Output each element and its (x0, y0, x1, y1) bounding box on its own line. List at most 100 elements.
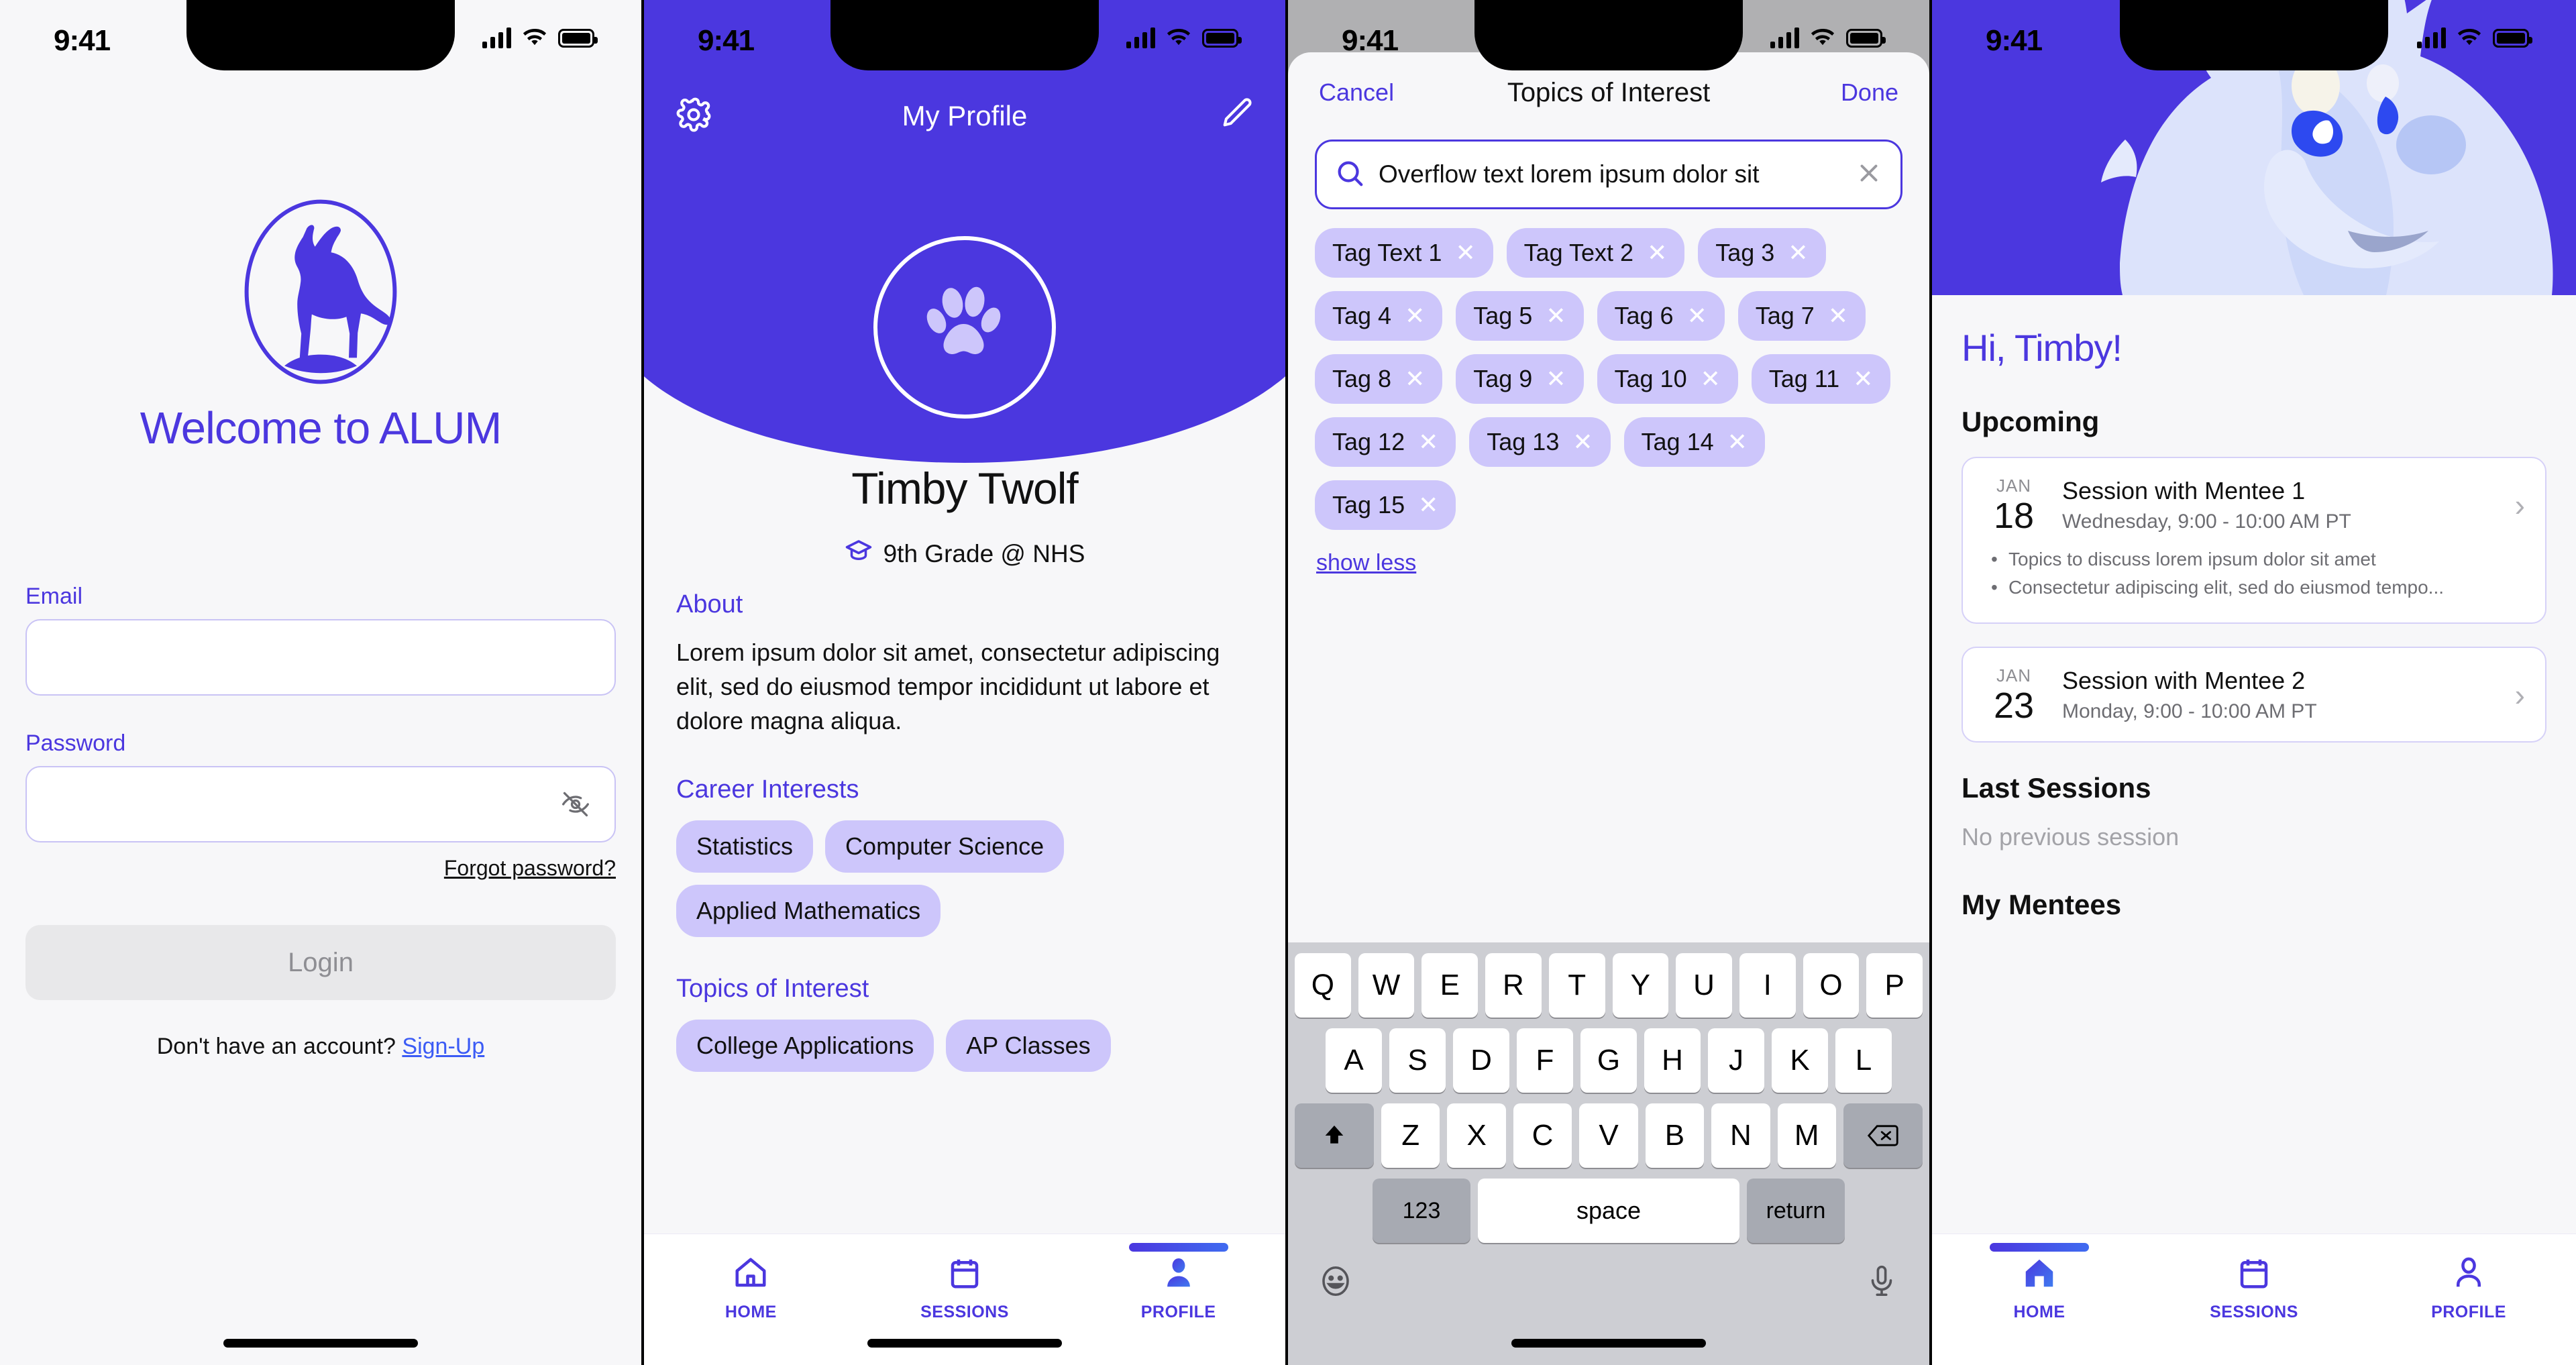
tag-chip[interactable]: Tag 8 ✕ (1315, 354, 1443, 404)
space-key[interactable]: space (1478, 1179, 1739, 1243)
key-b[interactable]: B (1645, 1103, 1705, 1168)
tag-remove-icon[interactable]: ✕ (1418, 493, 1438, 517)
key-c[interactable]: C (1513, 1103, 1572, 1168)
tag-chip[interactable]: Tag 9 ✕ (1456, 354, 1584, 404)
return-key[interactable]: return (1747, 1179, 1845, 1243)
chip[interactable]: Computer Science (825, 820, 1065, 873)
key-u[interactable]: U (1676, 953, 1732, 1018)
key-j[interactable]: J (1708, 1028, 1764, 1093)
status-time: 9:41 (54, 24, 111, 57)
key-r[interactable]: R (1485, 953, 1542, 1018)
show-less-link[interactable]: show less (1316, 550, 1416, 576)
tag-chip[interactable]: Tag Text 1 ✕ (1315, 228, 1493, 278)
tag-chip[interactable]: Tag 3 ✕ (1698, 228, 1826, 278)
signup-link[interactable]: Sign-Up (402, 1034, 484, 1059)
tag-chip[interactable]: Tag 10 ✕ (1597, 354, 1738, 404)
keyboard-row-4: 123 space return (1288, 1179, 1929, 1243)
tab-profile[interactable]: PROFILE (2361, 1255, 2576, 1322)
session-card[interactable]: JAN 23 Session with Mentee 2 Monday, 9:0… (1962, 647, 2546, 743)
forgot-password-link[interactable]: Forgot password? (25, 856, 616, 881)
microphone-icon[interactable] (1864, 1263, 1900, 1303)
key-h[interactable]: H (1644, 1028, 1701, 1093)
tag-chip[interactable]: Tag 13 ✕ (1469, 417, 1611, 467)
tag-remove-icon[interactable]: ✕ (1418, 430, 1438, 454)
login-button[interactable]: Login (25, 925, 616, 1000)
tag-remove-icon[interactable]: ✕ (1853, 367, 1873, 391)
tab-sessions[interactable]: SESSIONS (858, 1255, 1072, 1322)
tag-remove-icon[interactable]: ✕ (1788, 241, 1808, 265)
key-z[interactable]: Z (1381, 1103, 1440, 1168)
tag-remove-icon[interactable]: ✕ (1687, 304, 1707, 328)
tag-remove-icon[interactable]: ✕ (1546, 367, 1566, 391)
tag-remove-icon[interactable]: ✕ (1647, 241, 1667, 265)
tag-chip[interactable]: Tag 4 ✕ (1315, 291, 1443, 341)
screens-row: Welcome to ALUM Email Password Forgot pa… (0, 0, 2576, 1365)
chip[interactable]: Applied Mathematics (676, 885, 941, 938)
key-x[interactable]: X (1447, 1103, 1506, 1168)
key-s[interactable]: S (1389, 1028, 1446, 1093)
tag-chip[interactable]: Tag 11 ✕ (1751, 354, 1891, 404)
tab-home[interactable]: HOME (644, 1255, 858, 1322)
clear-x-icon[interactable] (1855, 159, 1883, 190)
key-o[interactable]: O (1803, 953, 1860, 1018)
tag-remove-icon[interactable]: ✕ (1546, 304, 1566, 328)
tab-profile[interactable]: PROFILE (1071, 1243, 1285, 1322)
session-card[interactable]: JAN 18 Session with Mentee 1 Wednesday, … (1962, 457, 2546, 624)
key-l[interactable]: L (1835, 1028, 1892, 1093)
tag-remove-icon[interactable]: ✕ (1405, 367, 1425, 391)
key-g[interactable]: G (1580, 1028, 1637, 1093)
tag-chip[interactable]: Tag 5 ✕ (1456, 291, 1584, 341)
shift-up-icon[interactable] (1295, 1103, 1375, 1168)
password-field[interactable] (25, 766, 616, 842)
emoji-smiley-icon[interactable] (1318, 1263, 1354, 1303)
status-time: 9:41 (698, 24, 755, 57)
keyboard-row-3: Z X C V B N M (1288, 1103, 1929, 1168)
howling-wolf-logo (240, 195, 401, 389)
session-card-top: JAN 18 Session with Mentee 1 Wednesday, … (1983, 476, 2525, 534)
key-y[interactable]: Y (1612, 953, 1669, 1018)
tab-home[interactable]: HOME (1932, 1243, 2147, 1322)
tag-remove-icon[interactable]: ✕ (1727, 430, 1748, 454)
key-a[interactable]: A (1326, 1028, 1382, 1093)
tag-chip[interactable]: Tag 7 ✕ (1737, 291, 1866, 341)
key-v[interactable]: V (1579, 1103, 1638, 1168)
key-m[interactable]: M (1777, 1103, 1836, 1168)
chip[interactable]: Statistics (676, 820, 814, 873)
tag-chip[interactable]: Tag 15 ✕ (1315, 480, 1456, 530)
key-n[interactable]: N (1711, 1103, 1770, 1168)
backspace-icon[interactable] (1843, 1103, 1923, 1168)
tag-chip[interactable]: Tag 6 ✕ (1597, 291, 1725, 341)
key-k[interactable]: K (1772, 1028, 1828, 1093)
tag-remove-icon[interactable]: ✕ (1701, 367, 1721, 391)
key-e[interactable]: E (1421, 953, 1479, 1018)
session-time: Monday, 9:00 - 10:00 AM PT (2062, 700, 2317, 722)
numbers-key[interactable]: 123 (1373, 1179, 1470, 1243)
tag-chip[interactable]: Tag 14 ✕ (1623, 417, 1765, 467)
key-w[interactable]: W (1358, 953, 1415, 1018)
tag-label: Tag 9 (1473, 365, 1533, 392)
key-p[interactable]: P (1866, 953, 1923, 1018)
tag-remove-icon[interactable]: ✕ (1405, 304, 1425, 328)
tag-chip[interactable]: Tag Text 2 ✕ (1506, 228, 1685, 278)
email-field[interactable] (25, 619, 616, 696)
search-input[interactable]: Overflow text lorem ipsum dolor sit (1315, 140, 1902, 209)
tag-chip[interactable]: Tag 12 ✕ (1315, 417, 1456, 467)
key-t[interactable]: T (1548, 953, 1605, 1018)
key-q[interactable]: Q (1294, 953, 1351, 1018)
tag-remove-icon[interactable]: ✕ (1828, 304, 1848, 328)
tag-remove-icon[interactable]: ✕ (1572, 430, 1593, 454)
eye-off-icon[interactable] (557, 789, 594, 819)
chip[interactable]: College Applications (676, 1020, 934, 1073)
chevron-right-icon[interactable]: › (2515, 677, 2525, 713)
tag-remove-icon[interactable]: ✕ (1455, 241, 1475, 265)
tab-sessions[interactable]: SESSIONS (2147, 1255, 2361, 1322)
key-f[interactable]: F (1517, 1028, 1573, 1093)
page-title: My Profile (902, 100, 1028, 131)
key-i[interactable]: I (1739, 953, 1796, 1018)
chip[interactable]: AP Classes (946, 1020, 1111, 1073)
avatar[interactable] (873, 236, 1056, 419)
status-bar: 9:41 (1288, 0, 1929, 74)
about-heading: About (676, 590, 743, 618)
chevron-right-icon[interactable]: › (2515, 487, 2525, 523)
key-d[interactable]: D (1453, 1028, 1509, 1093)
